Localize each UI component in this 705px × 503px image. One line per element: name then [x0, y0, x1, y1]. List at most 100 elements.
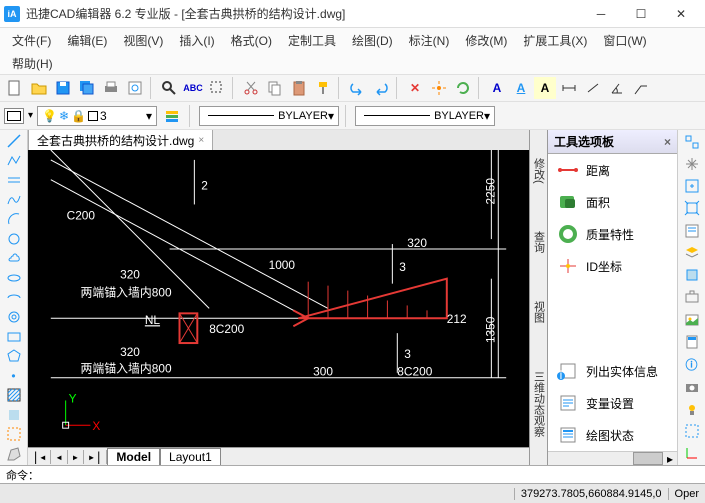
regen-button[interactable]	[452, 77, 474, 99]
palette-scrollbar-thumb[interactable]	[633, 452, 663, 465]
menu-window[interactable]: 窗口(W)	[595, 30, 654, 51]
line-tool[interactable]	[2, 132, 26, 151]
menu-modify[interactable]: 修改(M)	[457, 30, 515, 51]
print-preview-button[interactable]	[124, 77, 146, 99]
menu-format[interactable]: 格式(O)	[223, 30, 280, 51]
color-picker[interactable]	[4, 108, 24, 124]
layout-nav-prev[interactable]: ◂	[51, 450, 67, 464]
select-button[interactable]	[206, 77, 228, 99]
text-bg-button[interactable]: A	[534, 77, 556, 99]
ellipse-arc-tool[interactable]	[2, 288, 26, 307]
erase-button[interactable]: ✕	[404, 77, 426, 99]
pan-button[interactable]	[681, 154, 703, 173]
close-button[interactable]: ✕	[661, 0, 701, 28]
side-tab-modify[interactable]: 修改(	[531, 158, 547, 184]
layer-manager-button[interactable]	[161, 105, 183, 127]
palette-item-distance[interactable]: 距离	[548, 154, 677, 186]
save-button[interactable]	[52, 77, 74, 99]
layout-nav-first[interactable]: |◂	[28, 450, 51, 464]
layout-nav-next[interactable]: ▸	[68, 450, 84, 464]
saveall-button[interactable]	[76, 77, 98, 99]
mline-tool[interactable]	[2, 171, 26, 190]
new-button[interactable]	[4, 77, 26, 99]
cut-button[interactable]	[240, 77, 262, 99]
layout-tab-layout1[interactable]: Layout1	[160, 448, 221, 466]
properties-button[interactable]	[681, 221, 703, 240]
find-button[interactable]	[158, 77, 180, 99]
wipeout-tool[interactable]	[2, 445, 26, 464]
select-rect-button[interactable]	[681, 421, 703, 440]
maximize-button[interactable]: ☐	[621, 0, 661, 28]
side-tab-view[interactable]: 视图	[531, 301, 547, 323]
menu-dimension[interactable]: 标注(N)	[401, 30, 458, 51]
palette-item-id[interactable]: ID坐标	[548, 250, 677, 282]
palette-scroll-right[interactable]: ▸	[663, 452, 677, 465]
layout-tab-model[interactable]: Model	[107, 448, 160, 466]
lineweight-selector[interactable]: BYLAYER ▾	[355, 106, 495, 126]
polyline-tool[interactable]	[2, 152, 26, 171]
osnap-button[interactable]	[681, 132, 703, 151]
calc-button[interactable]	[681, 332, 703, 351]
dim-linear-button[interactable]	[558, 77, 580, 99]
menu-custom-tools[interactable]: 定制工具	[280, 30, 344, 51]
layout-nav-last[interactable]: ▸|	[84, 450, 107, 464]
layers-button[interactable]	[681, 243, 703, 262]
file-tab-close-icon[interactable]: ×	[198, 135, 204, 146]
layer-selector[interactable]: 💡 ❄ 🔒 3 ▾	[37, 106, 157, 126]
donut-tool[interactable]	[2, 308, 26, 327]
copy-button[interactable]	[264, 77, 286, 99]
region-tool[interactable]	[2, 405, 26, 424]
menu-insert[interactable]: 插入(I)	[171, 30, 222, 51]
ellipse-tool[interactable]	[2, 269, 26, 288]
side-tab-inquiry[interactable]: 查询	[531, 231, 547, 253]
palette-item-setvar[interactable]: 变量设置	[548, 387, 677, 419]
palette-item-status[interactable]: 绘图状态	[548, 419, 677, 451]
menu-help[interactable]: 帮助(H)	[4, 53, 61, 74]
print-button[interactable]	[100, 77, 122, 99]
explode-button[interactable]	[428, 77, 450, 99]
paste-button[interactable]	[288, 77, 310, 99]
dim-aligned-button[interactable]	[582, 77, 604, 99]
zoom-extents-button[interactable]	[681, 199, 703, 218]
ucs-button[interactable]	[681, 444, 703, 463]
linetype-selector[interactable]: BYLAYER ▾	[199, 106, 339, 126]
spline-tool[interactable]	[2, 191, 26, 210]
minimize-button[interactable]: ─	[581, 0, 621, 28]
palette-item-list[interactable]: i 列出实体信息	[548, 355, 677, 387]
drawing-canvas[interactable]: 2 3 3 C200 320 320 320 1000 300 212 8C20…	[28, 150, 529, 447]
undo-button[interactable]	[346, 77, 368, 99]
palette-item-mass[interactable]: 质量特性	[548, 218, 677, 250]
menu-view[interactable]: 视图(V)	[115, 30, 171, 51]
image-button[interactable]	[681, 310, 703, 329]
menu-file[interactable]: 文件(F)	[4, 30, 59, 51]
menu-extension[interactable]: 扩展工具(X)	[515, 30, 595, 51]
block-button[interactable]	[681, 266, 703, 285]
revcloud-tool[interactable]	[2, 249, 26, 268]
side-tab-3dorbit[interactable]: 三维动态观察	[531, 371, 547, 437]
menu-draw[interactable]: 绘图(D)	[344, 30, 401, 51]
hatch-tool[interactable]	[2, 386, 26, 405]
dim-angular-button[interactable]	[606, 77, 628, 99]
arc-tool[interactable]	[2, 210, 26, 229]
spell-button[interactable]: ABC	[182, 77, 204, 99]
boundary-tool[interactable]	[2, 425, 26, 444]
text-A-button[interactable]: A	[486, 77, 508, 99]
menu-edit[interactable]: 编辑(E)	[59, 30, 115, 51]
leader-button[interactable]	[630, 77, 652, 99]
command-line[interactable]: 命令：	[0, 465, 705, 483]
camera-button[interactable]	[681, 377, 703, 396]
light-button[interactable]	[681, 399, 703, 418]
open-button[interactable]	[28, 77, 50, 99]
polygon-tool[interactable]	[2, 347, 26, 366]
zoom-window-button[interactable]	[681, 177, 703, 196]
format-paint-button[interactable]	[312, 77, 334, 99]
rectangle-tool[interactable]	[2, 327, 26, 346]
xref-button[interactable]	[681, 288, 703, 307]
point-tool[interactable]: •	[2, 366, 26, 385]
text-style-button[interactable]: A	[510, 77, 532, 99]
tool-palette-close-icon[interactable]: ×	[664, 135, 671, 149]
file-tab-active[interactable]: 全套古典拱桥的结构设计.dwg ×	[28, 130, 213, 151]
info-button[interactable]: ⓘ	[681, 355, 703, 374]
circle-tool[interactable]	[2, 230, 26, 249]
palette-item-area[interactable]: 面积	[548, 186, 677, 218]
